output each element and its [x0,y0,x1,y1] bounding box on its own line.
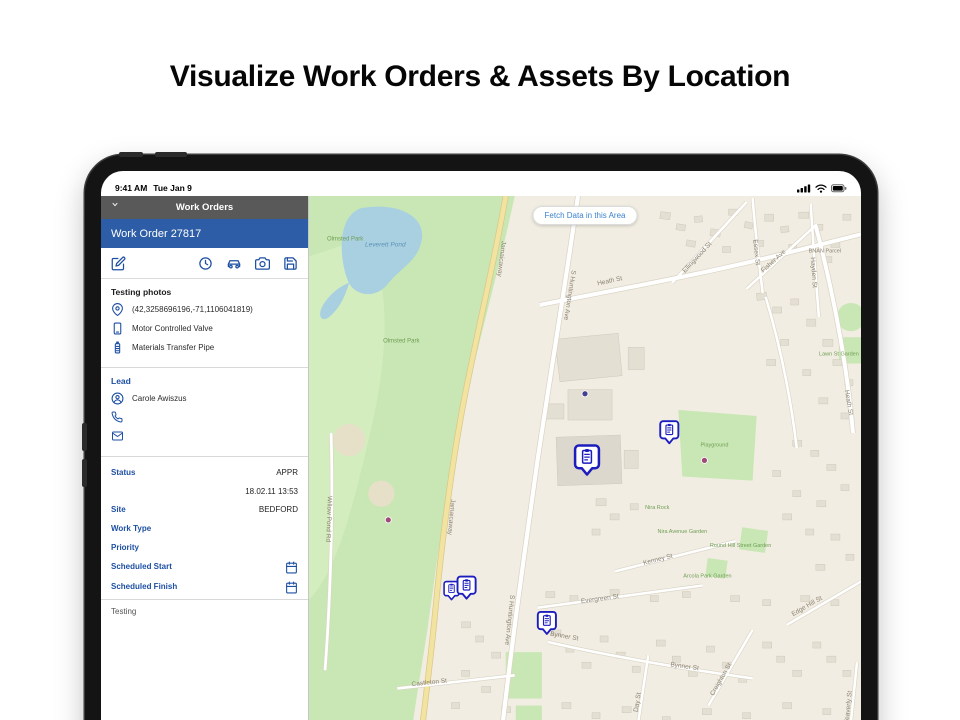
map-label: BNAN Parcel [809,248,841,254]
field-work-type[interactable]: Work Type [111,519,298,538]
map-view[interactable]: Olmsted Park Leverett Pond Olmsted Park … [309,196,861,720]
calendar-icon[interactable] [285,561,298,574]
work-orders-nav-header[interactable]: Work Orders [101,196,308,219]
clock-icon[interactable] [198,256,213,271]
map-canvas: Olmsted Park Leverett Pond Olmsted Park … [309,196,861,720]
tablet-frame: 9:41 AM Tue Jan 9 [85,155,877,720]
map-label: Nira Avenue Garden [657,529,707,535]
description-note: Testing [101,600,308,623]
work-order-fields: Status APPR 18.02.11 13:53 Site BEDFORD [101,457,308,599]
edit-note-icon[interactable] [111,256,126,271]
camera-icon[interactable] [255,256,270,271]
status-datetime: 18.02.11 13:53 [245,486,298,497]
lead-section: Lead Carole Awiszus [101,368,308,456]
app-content: Work Orders Work Order 27817 [101,196,861,720]
field-scheduled-start[interactable]: Scheduled Start [111,557,298,577]
site-value: BEDFORD [259,504,298,515]
asset-row-2[interactable]: Materials Transfer Pipe [111,340,298,354]
save-icon[interactable] [283,256,298,271]
work-order-panel: Work Orders Work Order 27817 [101,196,309,720]
map-label: Nira Rock [645,505,669,511]
map-label: Leverett Pond [365,241,406,248]
field-status-date: 18.02.11 13:53 [111,482,298,500]
tablet-volume-down-button [82,459,87,487]
page-title: Visualize Work Orders & Assets By Locati… [0,60,960,94]
field-site[interactable]: Site BEDFORD [111,500,298,519]
envelope-icon [111,430,124,442]
coordinates-value: (42,3258696196,-71,1106041819) [132,305,253,314]
page: Visualize Work Orders & Assets By Locati… [0,0,960,720]
lead-person-row[interactable]: Carole Awiszus [111,391,298,405]
field-status[interactable]: Status APPR [111,463,298,482]
map-label: Arcola Park Garden [683,573,731,579]
mobile-device-icon [111,322,124,335]
lead-name: Carole Awiszus [132,394,187,403]
work-orders-title: Work Orders [101,202,308,213]
lead-heading: Lead [111,376,298,386]
battery-icon [111,341,124,354]
work-order-number: Work Order 27817 [111,228,201,240]
asset-name-2: Materials Transfer Pipe [132,343,214,352]
status-date: Tue Jan 9 [153,183,192,193]
fetch-data-button[interactable]: Fetch Data in this Area [533,206,638,225]
wifi-icon [815,184,827,193]
map-label: Lawn St Garden [819,351,859,357]
battery-status-icon [831,184,847,193]
asset-name: Motor Controlled Valve [132,324,213,333]
person-icon [111,392,124,405]
vehicle-icon[interactable] [226,256,242,271]
tablet-top-button [155,152,187,157]
work-order-toolbar [101,248,308,279]
field-scheduled-finish[interactable]: Scheduled Finish [111,577,298,597]
location-pin-icon [111,303,124,316]
photos-section: Testing photos (42,3258696196,-71,110604… [101,279,308,367]
tablet-screen: 9:41 AM Tue Jan 9 [101,171,861,720]
map-label: Olmsted Park [383,338,420,344]
calendar-icon[interactable] [285,581,298,594]
lead-email-row[interactable] [111,429,298,443]
status-time: 9:41 AM [115,183,147,193]
photos-heading: Testing photos [111,287,298,297]
phone-icon [111,411,123,423]
location-row[interactable]: (42,3258696196,-71,1106041819) [111,302,298,316]
chevron-down-icon[interactable] [110,201,120,208]
map-label: Olmsted Park [327,236,364,242]
map-label: Round Hill Street Garden [710,543,771,549]
asset-row-1[interactable]: Motor Controlled Valve [111,321,298,335]
cellular-signal-icon [797,184,811,193]
work-order-header[interactable]: Work Order 27817 [101,219,308,248]
tablet-volume-up-button [82,423,87,451]
tablet-power-button [119,152,143,157]
field-priority[interactable]: Priority [111,538,298,557]
status-value: APPR [276,467,298,478]
lead-phone-row[interactable] [111,410,298,424]
map-label: Playground [701,442,729,448]
status-bar: 9:41 AM Tue Jan 9 [101,171,861,196]
